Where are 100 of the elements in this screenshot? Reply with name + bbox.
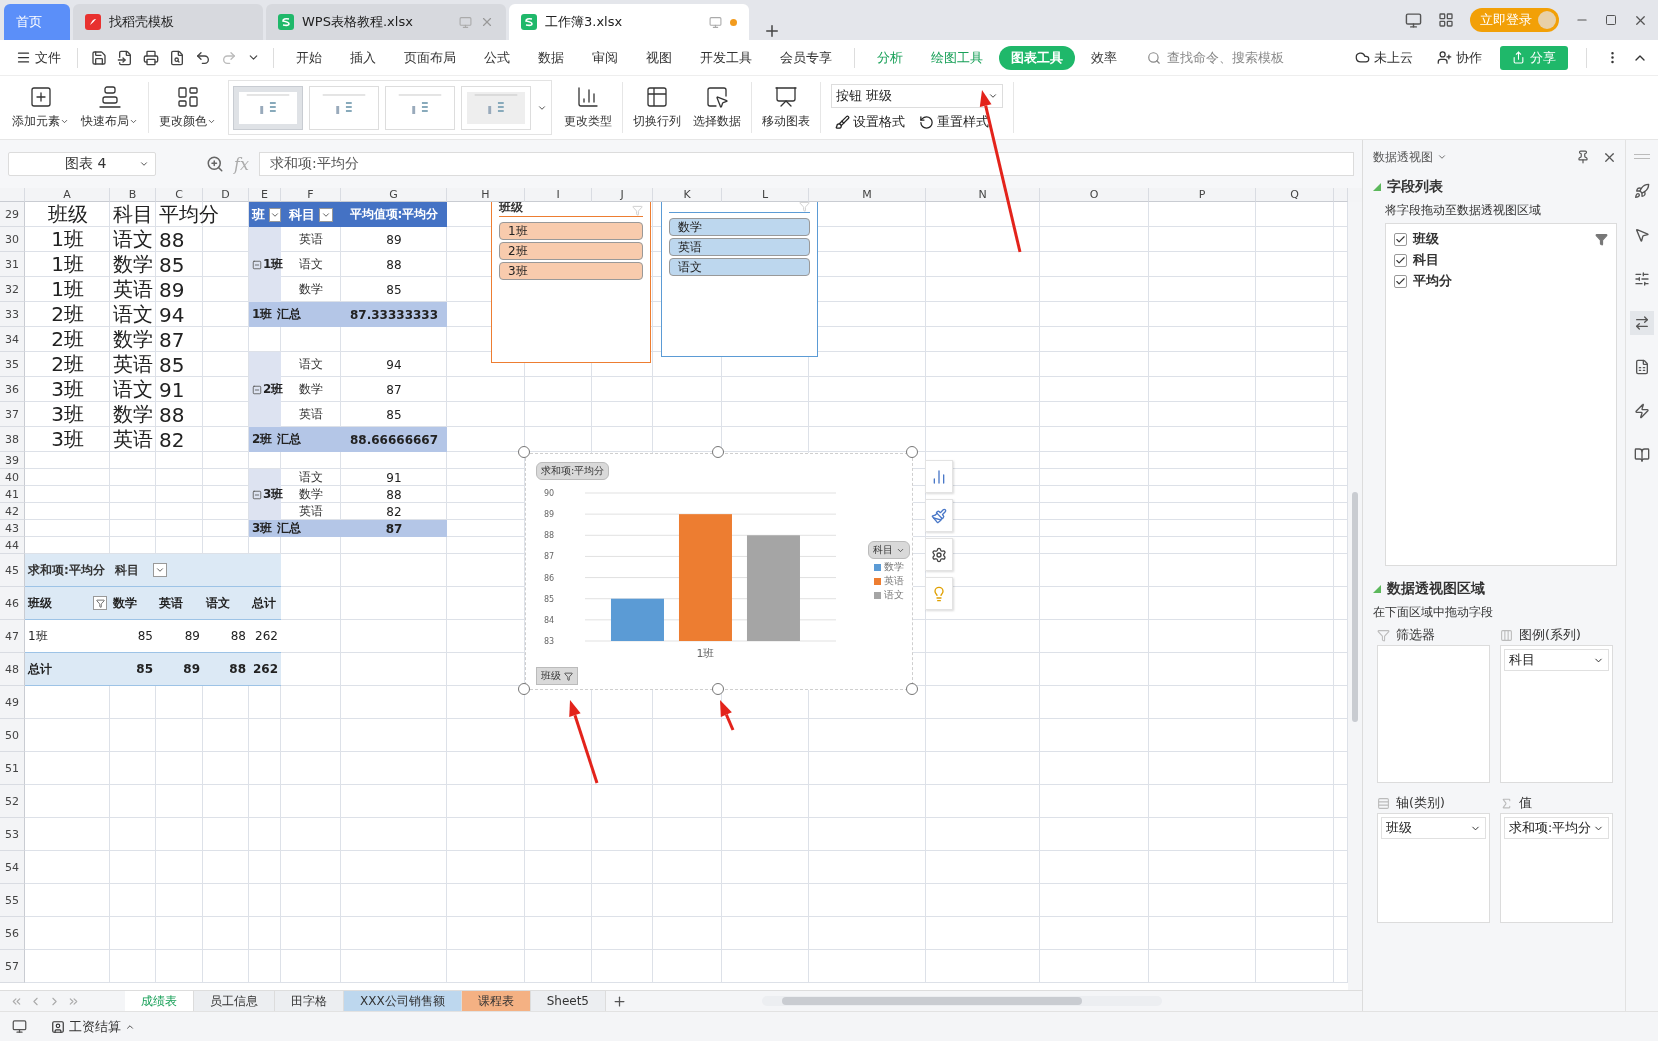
chart-element-select[interactable]: 按钮 班级 <box>831 84 1003 108</box>
lightning-icon[interactable] <box>1634 403 1650 419</box>
menu-tab[interactable]: 会员专享 <box>768 45 844 70</box>
export-icon[interactable] <box>117 49 133 66</box>
menu-tab[interactable]: 页面布局 <box>392 45 468 70</box>
screen-icon[interactable] <box>1405 11 1422 29</box>
checkbox[interactable] <box>1394 253 1407 267</box>
column-header[interactable]: D <box>203 188 249 202</box>
menu-tab[interactable]: 绘图工具 <box>919 45 995 70</box>
filter-dropdown-button[interactable] <box>269 207 281 222</box>
collapse-icon[interactable] <box>252 384 262 395</box>
ribbon-button[interactable]: 设置格式 <box>831 114 909 131</box>
sheet-tab[interactable]: Sheet5 <box>530 990 606 1012</box>
resize-handle[interactable] <box>906 446 918 458</box>
document-tab[interactable]: 找稻壳模板 <box>73 4 263 40</box>
formula-field[interactable]: 求和项:平均分 <box>258 152 1354 176</box>
file-menu[interactable]: 文件 <box>10 47 67 68</box>
sheet-tab[interactable]: 成绩表 <box>125 990 194 1012</box>
slicer-item[interactable]: 1班 <box>499 222 643 240</box>
expand-triangle-icon[interactable] <box>1373 183 1381 191</box>
print-icon[interactable] <box>143 49 159 66</box>
expand-triangle-icon[interactable] <box>1373 585 1381 593</box>
menu-tab[interactable]: 视图 <box>634 45 684 70</box>
vertical-scrollbar[interactable] <box>1348 202 1362 990</box>
column-header[interactable]: B <box>110 188 156 202</box>
column-header[interactable]: P <box>1149 188 1256 202</box>
monitor-icon[interactable] <box>12 1019 27 1034</box>
chart-elements-button[interactable] <box>925 460 953 493</box>
checkbox[interactable] <box>1394 274 1407 288</box>
sliders-icon[interactable] <box>1634 271 1650 287</box>
slicer-item[interactable]: 语文 <box>669 258 810 276</box>
slicer-item[interactable]: 数学 <box>669 218 810 236</box>
zone-field[interactable]: 科目 <box>1504 649 1609 671</box>
column-header[interactable]: N <box>926 188 1040 202</box>
save-icon[interactable] <box>91 49 107 66</box>
ribbon-button[interactable]: 选择数据 <box>687 78 747 137</box>
chart-style-thumbnail[interactable] <box>385 85 455 130</box>
document-tab[interactable]: 工作簿3.xlsx <box>509 4 749 40</box>
column-header[interactable]: A <box>25 188 110 202</box>
value-field-button[interactable]: 求和项:平均分 <box>536 462 610 480</box>
menu-tab[interactable]: 开发工具 <box>688 45 764 70</box>
zone-field[interactable]: 班级 <box>1381 817 1486 839</box>
horizontal-scrollbar[interactable] <box>762 996 1162 1006</box>
filter-button[interactable] <box>93 596 107 610</box>
chart-settings-button[interactable] <box>925 538 953 571</box>
apps-grid-icon[interactable] <box>1438 12 1454 28</box>
menu-tab[interactable]: 数据 <box>526 45 576 70</box>
sheet-tab[interactable]: 课程表 <box>461 990 531 1012</box>
maximize-icon[interactable] <box>1605 14 1617 26</box>
cloud-button[interactable]: 未上云 <box>1349 47 1419 68</box>
column-header[interactable]: Q <box>1256 188 1334 202</box>
ribbon-button[interactable]: 重置样式 <box>915 114 993 131</box>
column-header[interactable]: M <box>809 188 926 202</box>
menu-tab[interactable]: 插入 <box>338 45 388 70</box>
sheet-tab[interactable]: 员工信息 <box>194 990 275 1012</box>
undo-icon[interactable] <box>195 49 211 66</box>
column-header[interactable]: C <box>156 188 203 202</box>
zoom-icon[interactable] <box>206 155 224 173</box>
ribbon-button[interactable]: 快速布局 <box>75 78 144 137</box>
panel-title-menu[interactable]: 数据透视图 <box>1373 148 1447 166</box>
document-tab[interactable]: WPS表格教程.xlsx <box>266 4 506 40</box>
slicer-item[interactable]: 2班 <box>499 242 643 260</box>
new-tab-icon[interactable] <box>763 22 781 40</box>
sort-button[interactable] <box>319 207 333 222</box>
print-preview-icon[interactable] <box>169 49 185 66</box>
menu-tab[interactable]: 公式 <box>472 45 522 70</box>
menu-tab[interactable]: 分析 <box>865 45 915 70</box>
zone-field[interactable]: 求和项:平均分 <box>1504 817 1609 839</box>
chart-style-button[interactable] <box>925 499 953 532</box>
pivot-icon[interactable] <box>1634 315 1650 331</box>
pointer-icon[interactable] <box>1634 227 1650 243</box>
resize-handle[interactable] <box>518 446 530 458</box>
resize-handle[interactable] <box>906 683 918 695</box>
sheet-icon[interactable] <box>1634 359 1650 375</box>
ribbon-button[interactable]: 更改颜色 <box>153 78 222 137</box>
rocket-icon[interactable] <box>1634 183 1650 199</box>
axis-field-button[interactable]: 班级 <box>536 667 578 685</box>
resize-handle[interactable] <box>518 683 530 695</box>
checkbox[interactable] <box>1394 232 1407 246</box>
collaborate-button[interactable]: 协作 <box>1431 47 1488 68</box>
chart-style-thumbnail[interactable] <box>461 85 531 130</box>
column-header[interactable]: O <box>1040 188 1149 202</box>
sheet-tab[interactable]: XXX公司销售额 <box>344 990 462 1012</box>
ribbon-button[interactable]: 切换行列 <box>627 78 687 137</box>
sheet-tab[interactable]: 田字格 <box>275 990 344 1012</box>
chart-style-thumbnail[interactable] <box>233 85 303 130</box>
add-sheet-icon[interactable] <box>612 993 627 1009</box>
menu-tab[interactable]: 开始 <box>284 45 334 70</box>
legend-field-button[interactable]: 科目 <box>868 541 910 559</box>
slicer-item[interactable]: 3班 <box>499 262 643 280</box>
collapse-icon[interactable] <box>252 489 262 500</box>
resize-handle[interactable] <box>712 446 724 458</box>
chart-area[interactable]: 83 84 85 86 87 88 89 90 1班 求和项:平均分 科目 数学 英语 语文 班级 <box>525 453 913 690</box>
pin-icon[interactable] <box>1576 149 1590 164</box>
workbook-button[interactable]: 工资结算 <box>45 1016 141 1037</box>
menu-tab[interactable]: 审阅 <box>580 45 630 70</box>
collapse-icon[interactable] <box>252 259 262 270</box>
menu-tab[interactable]: 效率 <box>1079 45 1129 70</box>
dropdown-button[interactable] <box>152 563 167 577</box>
ribbon-button[interactable]: 添加元素 <box>6 78 75 137</box>
